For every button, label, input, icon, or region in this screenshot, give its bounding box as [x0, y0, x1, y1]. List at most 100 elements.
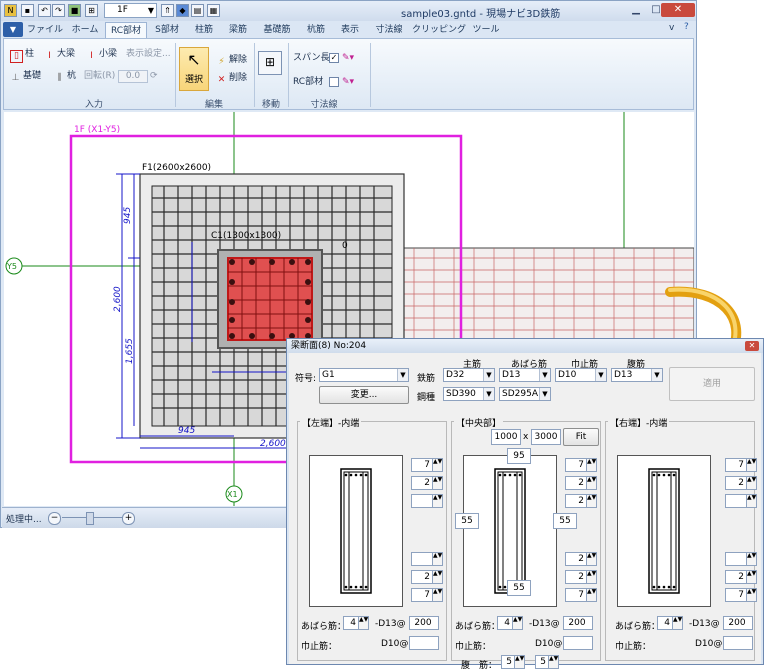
render-icon[interactable]: ▦ [207, 4, 220, 17]
view-toggle-icon[interactable]: ▤ [191, 4, 204, 17]
web-count-input-a[interactable]: 5 [501, 655, 515, 669]
web-select[interactable]: D13 ▼ [611, 368, 663, 382]
tab-s-member[interactable]: S部材 [149, 22, 185, 38]
big-beam-button[interactable]: Ⅰ 大梁 [44, 47, 75, 61]
bar-count-input[interactable]: 2 [411, 570, 433, 584]
floor-select[interactable]: 1F ▼ [104, 3, 157, 18]
save-icon[interactable]: ▪ [21, 4, 34, 17]
close-button[interactable]: ✕ [661, 3, 695, 17]
size-height-input[interactable]: 3000 [531, 429, 561, 445]
bar-count-input[interactable] [411, 494, 433, 508]
bar-count-input[interactable] [411, 552, 433, 566]
tab-clipping[interactable]: クリッピング [411, 22, 467, 38]
zoom-in-button[interactable]: + [122, 512, 135, 525]
app-menu-button[interactable]: ▼ [3, 22, 23, 37]
spinner-arrows-icon[interactable]: ▲▼ [587, 494, 597, 508]
apply-button[interactable]: 適用 [669, 367, 755, 401]
bar-count-input[interactable]: 7 [411, 458, 433, 472]
ribbon-minimize-toggle[interactable]: v [669, 23, 674, 33]
bar-count-input[interactable]: 2 [565, 570, 587, 584]
rc-member-checkbox[interactable] [329, 77, 339, 87]
select-button[interactable]: ↖ 選択 [179, 47, 209, 91]
spinner-arrows-icon[interactable]: ▲▼ [747, 494, 757, 508]
tab-dimension[interactable]: 寸法線 [369, 22, 409, 38]
tie-pitch-input[interactable] [563, 636, 593, 650]
bar-count-input[interactable]: 7 [565, 458, 587, 472]
bar-count-input[interactable]: 7 [725, 588, 747, 602]
bar-count-input[interactable]: 2 [725, 570, 747, 584]
zoom-slider-thumb[interactable] [86, 512, 94, 525]
foundation-button[interactable]: ⊥ 基礎 [10, 69, 41, 83]
cover-left-input[interactable]: 55 [455, 513, 479, 529]
column-button[interactable]: ▯ 柱 [10, 47, 34, 63]
move-button[interactable]: ⊞ [258, 51, 282, 75]
spinner-arrows-icon[interactable]: ▲▼ [673, 616, 683, 630]
bar-count-input[interactable]: 2 [565, 476, 587, 490]
dialog-close-button[interactable]: ✕ [745, 341, 759, 351]
bar-count-input[interactable]: 2 [565, 552, 587, 566]
tab-file[interactable]: ファイル [25, 22, 65, 38]
rotation-spinner[interactable]: 0.0 [118, 70, 148, 83]
spinner-arrows-icon[interactable]: ▲▼ [587, 552, 597, 566]
spinner-arrows-icon[interactable]: ▲▼ [587, 458, 597, 472]
tab-view[interactable]: 表示 [335, 22, 365, 38]
spinner-arrows-icon[interactable]: ▲▼ [587, 570, 597, 584]
spinner-arrows-icon[interactable]: ▲▼ [359, 616, 369, 630]
size-width-input[interactable]: 1000 [491, 429, 521, 445]
tab-pile-rebar[interactable]: 杭筋 [301, 22, 331, 38]
grid-icon[interactable]: ⊞ [85, 4, 98, 17]
redo-icon[interactable]: ↷ [52, 4, 65, 17]
spinner-arrows-icon[interactable]: ▲▼ [587, 476, 597, 490]
tie-pitch-input[interactable] [723, 636, 753, 650]
spinner-arrows-icon[interactable]: ▲▼ [747, 570, 757, 584]
minimize-button[interactable]: ▁ [626, 3, 646, 17]
spinner-arrows-icon[interactable]: ▲▼ [433, 588, 443, 602]
main-bar-select[interactable]: D32 ▼ [443, 368, 495, 382]
tie-pitch-input[interactable] [409, 636, 439, 650]
app-icon[interactable]: N [4, 4, 17, 17]
spinner-arrows-icon[interactable]: ▲▼ [747, 476, 757, 490]
tab-beam-rebar[interactable]: 梁筋 [223, 22, 253, 38]
stirrup-select[interactable]: D13 ▼ [499, 368, 551, 382]
pen-color-icon[interactable]: ✎▾ [342, 51, 354, 65]
cover-bottom-input[interactable]: 55 [507, 580, 531, 596]
fit-button[interactable]: Fit [563, 428, 599, 446]
bar-count-input[interactable]: 7 [565, 588, 587, 602]
tab-home[interactable]: ホーム [67, 22, 103, 38]
stirrup-pitch-input[interactable]: 200 [563, 616, 593, 630]
undo-icon[interactable]: ↶ [38, 4, 51, 17]
rotate-icon[interactable]: ⟳ [150, 69, 158, 83]
bar-count-input[interactable] [725, 552, 747, 566]
spinner-arrows-icon[interactable]: ▲▼ [433, 476, 443, 490]
sign-select[interactable]: G1 ▼ [319, 368, 409, 382]
stirrup-count-input[interactable]: 4 [343, 616, 359, 630]
spinner-arrows-icon[interactable]: ▲▼ [433, 494, 443, 508]
view3d-icon[interactable]: ■ [68, 4, 81, 17]
tie-select[interactable]: D10 ▼ [555, 368, 607, 382]
layer-up-icon[interactable]: ⇑ [161, 4, 174, 17]
bar-count-input[interactable]: 2 [725, 476, 747, 490]
bar-count-input[interactable]: 7 [411, 588, 433, 602]
tab-foundation-rebar[interactable]: 基礎筋 [257, 22, 297, 38]
tab-column-rebar[interactable]: 柱筋 [189, 22, 219, 38]
spinner-arrows-icon[interactable]: ▲▼ [747, 458, 757, 472]
spinner-arrows-icon[interactable]: ▲▼ [747, 588, 757, 602]
tab-rc-member[interactable]: RC部材 [105, 22, 147, 38]
small-beam-button[interactable]: Ⅰ 小梁 [86, 47, 117, 61]
stirrup-pitch-input[interactable]: 200 [409, 616, 439, 630]
stirrup-count-input[interactable]: 4 [497, 616, 513, 630]
spinner-arrows-icon[interactable]: ▲▼ [433, 552, 443, 566]
stirrup-pitch-input[interactable]: 200 [723, 616, 753, 630]
bar-count-input[interactable]: 7 [725, 458, 747, 472]
zoom-out-button[interactable]: − [48, 512, 61, 525]
spinner-arrows-icon[interactable]: ▲▼ [433, 458, 443, 472]
cover-right-input[interactable]: 55 [553, 513, 577, 529]
change-button[interactable]: 変更... [319, 386, 409, 404]
web-count-input-b[interactable]: 5 [535, 655, 549, 669]
cover-top-input[interactable]: 95 [507, 448, 531, 464]
spinner-arrows-icon[interactable]: ▲▼ [549, 655, 559, 669]
release-button[interactable]: ⚡ 解除 [216, 53, 247, 67]
pile-button[interactable]: ⫼ 杭 [54, 69, 76, 83]
help-icon[interactable]: ? [684, 22, 689, 32]
tab-tools[interactable]: ツール [469, 22, 503, 38]
